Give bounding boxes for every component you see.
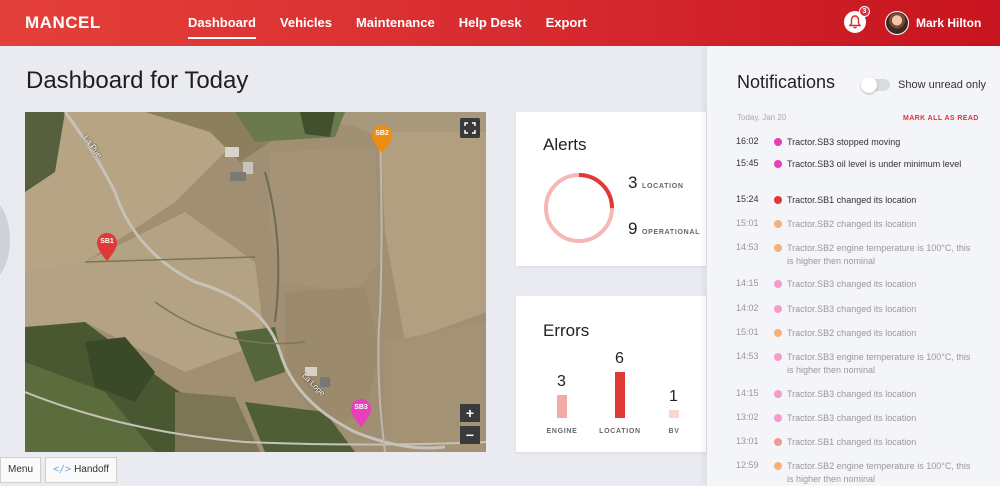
error-bar-engine: [557, 395, 567, 418]
marker-label: SB2: [375, 130, 389, 137]
notification-text: Tractor.SB1 changed its location: [787, 437, 917, 447]
notification-text: Tractor.SB3 changed its location: [787, 389, 917, 399]
bottom-toolbar: Menu </> Handoff: [0, 457, 121, 483]
error-bar-label: LOCATION: [599, 428, 641, 435]
errors-card: Errors 3 ENGINE 6 LOCATION 1 BV: [516, 296, 706, 452]
vehicle-marker-sb2[interactable]: SB2: [370, 124, 394, 154]
notification-status-dot: [774, 160, 782, 168]
notification-text: Tractor.SB2 engine temperature is 100°C,…: [787, 243, 971, 266]
top-navbar: MANCEL Dashboard Vehicles Maintenance He…: [0, 0, 1000, 46]
handoff-label: Handoff: [74, 464, 109, 475]
notification-count-badge: 3: [859, 6, 870, 17]
error-bar-value: 6: [615, 350, 624, 367]
notifications-title: Notifications: [737, 72, 836, 92]
user-name[interactable]: Mark Hilton: [916, 16, 981, 30]
error-bar-label: ENGINE: [546, 428, 578, 435]
marker-label: SB3: [354, 404, 368, 411]
notification-time: 15:01: [736, 218, 759, 228]
notification-text: Tractor.SB3 changed its location: [787, 413, 917, 423]
nav-vehicles[interactable]: Vehicles: [280, 0, 332, 46]
main-nav: Dashboard Vehicles Maintenance Help Desk…: [188, 0, 611, 46]
notification-status-dot: [774, 138, 782, 146]
notification-status-dot: [774, 196, 782, 204]
show-unread-toggle[interactable]: [861, 77, 890, 93]
vehicle-marker-sb3[interactable]: SB3: [349, 398, 373, 428]
location-alert-label: LOCATION: [642, 183, 684, 190]
notification-time: 14:15: [736, 388, 759, 398]
satellite-terrain: [25, 112, 486, 452]
notifications-date: Today, Jan 20: [737, 113, 787, 122]
notification-text: Tractor.SB2 changed its location: [787, 219, 917, 229]
nav-maintenance[interactable]: Maintenance: [356, 0, 435, 46]
brand-logo[interactable]: MANCEL: [25, 13, 101, 33]
notification-time: 15:01: [736, 327, 759, 337]
notifications-panel: Notifications Show unread only Today, Ja…: [707, 46, 1000, 486]
alerts-ring-chart: [544, 173, 614, 243]
marker-label: SB1: [100, 238, 114, 245]
notification-time: 13:02: [736, 412, 759, 422]
notification-text: Tractor.SB2 engine temperature is 100°C,…: [787, 461, 971, 484]
notification-status-dot: [774, 244, 782, 252]
notification-time: 12:59: [736, 460, 759, 470]
notification-text: Tractor.SB3 changed its location: [787, 304, 917, 314]
nav-export[interactable]: Export: [546, 0, 587, 46]
error-bar-value: 1: [669, 388, 678, 405]
alerts-title: Alerts: [543, 135, 587, 154]
nav-dashboard[interactable]: Dashboard: [188, 0, 256, 46]
error-bar-bv: [669, 410, 679, 418]
notification-status-dot: [774, 329, 782, 337]
page-title: Dashboard for Today: [26, 67, 249, 94]
error-bar-label: BV: [668, 428, 680, 435]
notification-text: Tractor.SB3 engine temperature is 100°C,…: [787, 352, 971, 375]
notification-status-dot: [774, 414, 782, 422]
show-unread-label: Show unread only: [898, 79, 987, 91]
left-edge-handle: [0, 200, 10, 280]
notification-status-dot: [774, 280, 782, 288]
mark-all-read-button[interactable]: MARK ALL AS READ: [903, 115, 979, 122]
avatar[interactable]: [885, 11, 909, 35]
operational-alert-label: OPERATIONAL: [642, 229, 701, 236]
notification-text: Tractor.SB3 changed its location: [787, 279, 917, 289]
map-pin-icon: [97, 233, 117, 261]
menu-button[interactable]: Menu: [0, 457, 42, 483]
nav-help-desk[interactable]: Help Desk: [459, 0, 522, 46]
toggle-knob: [861, 77, 877, 93]
vehicle-marker-sb1[interactable]: SB1: [95, 232, 119, 262]
notification-text: Tractor.SB1 changed its location: [787, 195, 917, 205]
zoom-out-button[interactable]: −: [460, 426, 480, 444]
notification-time: 14:53: [736, 351, 759, 361]
operational-alert-count: 9: [628, 219, 638, 238]
vehicle-map[interactable]: La Pue La Loge SB2 SB1 SB3 + −: [25, 112, 486, 452]
notification-text: Tractor.SB3 oil level is under minimum l…: [787, 159, 962, 169]
notification-time: 15:45: [736, 158, 759, 168]
notification-text: Tractor.SB2 changed its location: [787, 328, 917, 338]
bell-icon: [849, 15, 861, 29]
notification-status-dot: [774, 438, 782, 446]
notification-time: 15:24: [736, 194, 759, 204]
map-pin-icon: [372, 125, 392, 153]
errors-title: Errors: [543, 321, 590, 340]
notification-text: Tractor.SB3 stopped moving: [787, 137, 901, 147]
handoff-button[interactable]: </> Handoff: [45, 457, 117, 483]
error-bar-location: [615, 372, 625, 418]
error-bar-value: 3: [557, 373, 566, 390]
notification-time: 14:53: [736, 242, 759, 252]
notification-status-dot: [774, 462, 782, 470]
notification-time: 16:02: [736, 136, 759, 146]
map-pin-icon: [351, 399, 371, 427]
notification-status-dot: [774, 390, 782, 398]
notification-time: 14:15: [736, 278, 759, 288]
alerts-card: Alerts 3 LOCATION 9 OPERATIONAL: [516, 112, 706, 266]
location-alert-count: 3: [628, 173, 638, 192]
notifications-bell-button[interactable]: 3: [844, 6, 870, 33]
notification-status-dot: [774, 220, 782, 228]
fullscreen-icon: [464, 122, 476, 134]
code-icon: </>: [53, 464, 72, 475]
zoom-in-button[interactable]: +: [460, 404, 480, 422]
notification-status-dot: [774, 305, 782, 313]
fullscreen-button[interactable]: [460, 118, 480, 138]
notification-status-dot: [774, 353, 782, 361]
notification-time: 14:02: [736, 303, 759, 313]
notification-time: 13:01: [736, 436, 759, 446]
